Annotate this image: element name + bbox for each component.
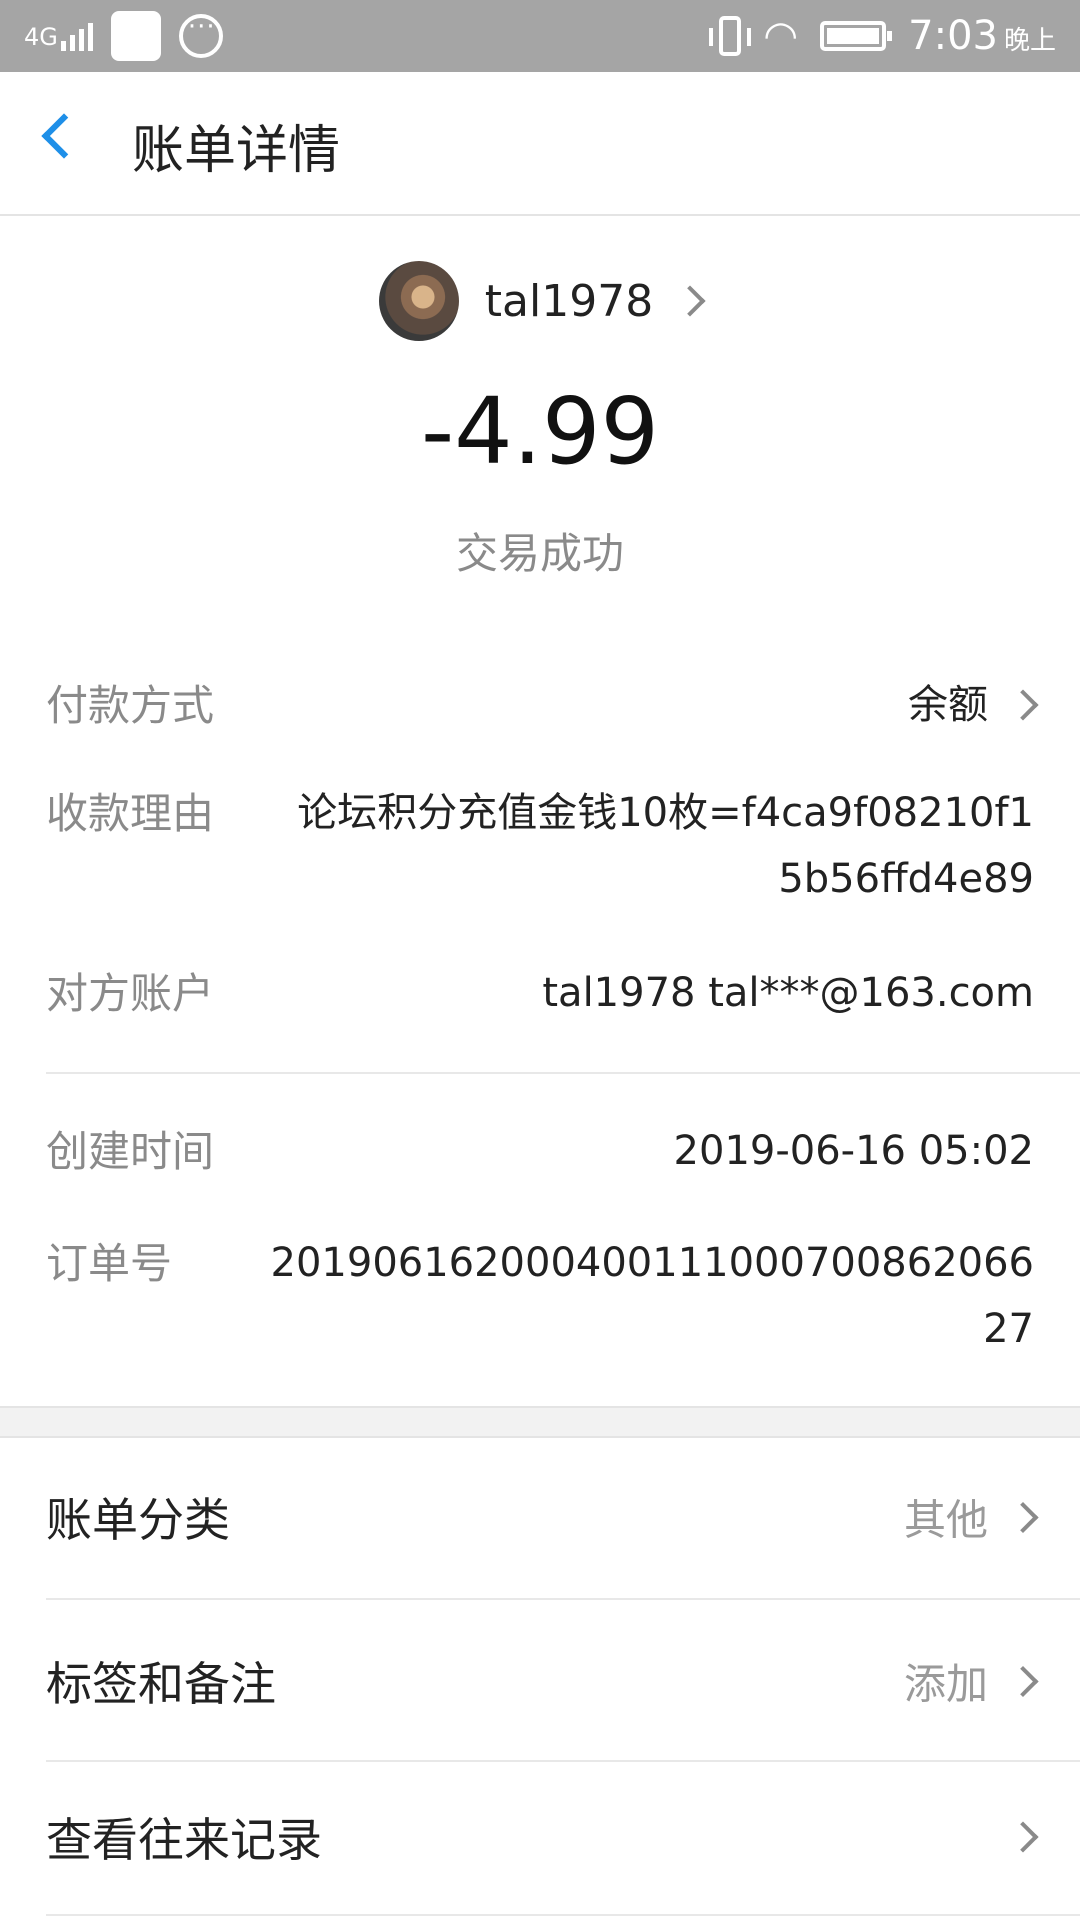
reason-value: 论坛积分充值金钱10枚=f4ca9f08210f1 5b56ffd4e89 xyxy=(297,780,1034,912)
detail-label: 付款方式 xyxy=(46,681,215,730)
payment-method-row[interactable]: 付款方式 余额 xyxy=(46,672,1039,742)
chevron-right-icon xyxy=(1007,1821,1039,1853)
chevron-right-icon xyxy=(1007,1665,1039,1697)
history-records-row[interactable]: 查看往来记录 xyxy=(46,1762,1039,1912)
battery-icon xyxy=(820,21,893,51)
bill-category-label: 账单分类 xyxy=(46,1493,230,1547)
tags-notes-value: 添加 xyxy=(903,1659,988,1709)
counterparty-account-row: 对方账户 tal1978 tal***@163.com xyxy=(46,960,1034,1030)
transaction-status: 交易成功 xyxy=(455,529,624,578)
detail-label: 收款理由 xyxy=(46,789,215,838)
transaction-amount: -4.99 xyxy=(420,378,660,485)
history-records-right xyxy=(988,1821,1039,1853)
reason-row: 收款理由 论坛积分充值金钱10枚=f4ca9f08210f1 5b56ffd4e… xyxy=(46,780,1034,920)
back-icon[interactable] xyxy=(41,113,87,159)
order-number-row: 订单号 201906162000400111000700862066 27 xyxy=(46,1230,1034,1370)
counterparty-name: tal1978 xyxy=(484,275,654,327)
wifi-icon: ◠ xyxy=(763,13,799,59)
clock-time: 7:03 xyxy=(908,13,998,59)
divider xyxy=(46,1072,1080,1074)
signal-icon: 4G xyxy=(24,21,93,51)
counterparty-row[interactable]: tal1978 xyxy=(0,260,1080,342)
avatar xyxy=(378,261,459,341)
counterparty-account-value: tal1978 tal***@163.com xyxy=(542,970,1034,1016)
clock-period: 晚上 xyxy=(1003,26,1056,56)
detail-label: 订单号 xyxy=(46,1239,173,1288)
title-bar: 账单详情 xyxy=(0,72,1080,216)
message-icon xyxy=(178,12,223,58)
divider xyxy=(46,1914,1080,1916)
order-number-line-2: 27 xyxy=(983,1306,1034,1352)
tags-notes-right: 添加 xyxy=(903,1651,1039,1712)
page-title: 账单详情 xyxy=(132,121,341,181)
chevron-right-icon xyxy=(1007,689,1039,721)
created-time-value: 2019-06-16 05:02 xyxy=(673,1128,1034,1174)
tags-notes-row[interactable]: 标签和备注 添加 xyxy=(46,1600,1039,1762)
vibrate-icon xyxy=(709,16,752,56)
bill-category-value: 其他 xyxy=(903,1495,988,1545)
history-records-label: 查看往来记录 xyxy=(46,1813,322,1867)
payment-method-text: 余额 xyxy=(908,682,988,728)
tags-notes-label: 标签和备注 xyxy=(46,1657,276,1711)
clock: 7:03 晚上 xyxy=(908,13,1056,59)
status-bar: 4G ◠ 7:03晚上 xyxy=(0,0,1080,72)
detail-label: 创建时间 xyxy=(46,1127,215,1176)
notification-app-icon xyxy=(110,11,161,61)
chevron-right-icon xyxy=(1007,1501,1039,1533)
reason-line-2: 5b56ffd4e89 xyxy=(778,856,1034,902)
section-separator xyxy=(0,1406,1080,1438)
chevron-right-icon xyxy=(674,285,706,317)
network-type: 4G xyxy=(24,23,58,51)
bill-category-right: 其他 xyxy=(903,1487,1039,1548)
bill-category-row[interactable]: 账单分类 其他 xyxy=(46,1436,1039,1598)
created-time-row: 创建时间 2019-06-16 05:02 xyxy=(46,1118,1034,1188)
order-number-value: 201906162000400111000700862066 27 xyxy=(271,1230,1034,1362)
payment-method-value: 余额 xyxy=(908,672,1039,738)
reason-line-1: 论坛积分充值金钱10枚=f4ca9f08210f1 xyxy=(297,790,1034,836)
detail-label: 对方账户 xyxy=(46,969,215,1018)
order-number-line-1: 201906162000400111000700862066 xyxy=(270,1240,1034,1286)
